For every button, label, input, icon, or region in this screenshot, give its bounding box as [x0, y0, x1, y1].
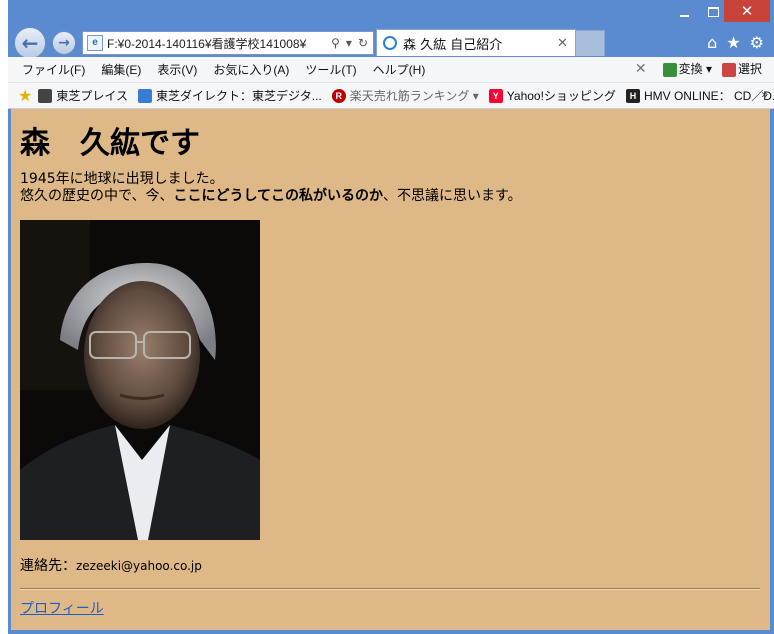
forward-button[interactable]: →	[52, 31, 76, 55]
arrow-right-icon: →	[58, 35, 70, 51]
arrow-left-icon: ←	[21, 31, 39, 55]
maximize-button[interactable]	[700, 2, 726, 22]
fav-item-toshiba-place[interactable]: 東芝プレイス	[38, 87, 128, 104]
select-label: 選択	[737, 62, 762, 76]
browser-tab[interactable]: 森 久紘 自己紹介 ✕	[376, 29, 576, 56]
fav-item-hmv[interactable]: H HMV ONLINE： CD／D...	[625, 87, 774, 104]
fav-label: Yahoo!ショッピング	[506, 89, 616, 103]
dropdown-icon[interactable]: ▾	[346, 36, 352, 50]
portrait-photo	[20, 220, 260, 540]
close-toolbar-icon[interactable]: ✕	[635, 60, 647, 77]
fav-item-toshiba-direct[interactable]: 東芝ダイレクト：東芝デジタ...	[137, 87, 322, 104]
ie-page-icon	[137, 88, 152, 103]
intro-line-2-pre: 悠久の歴史の中で、今、	[20, 188, 174, 204]
navigation-row: ← → e F:¥0-2014-140116¥看護学校141008¥ ⚲ ▾ ↻…	[8, 24, 774, 59]
back-button[interactable]: ←	[14, 27, 46, 59]
rakuten-icon: R	[331, 88, 346, 103]
contact-email: zezeeki@yahoo.co.jp	[76, 559, 202, 573]
close-icon: ✕	[740, 2, 754, 20]
fav-item-rakuten[interactable]: R 楽天売れ筋ランキング ▾	[331, 87, 479, 104]
fav-label: HMV ONLINE： CD／D...	[643, 89, 774, 103]
tab-title: 森 久紘 自己紹介	[403, 37, 503, 53]
menu-edit[interactable]: 編集(E)	[93, 61, 149, 78]
browser-window: ✕ ← → e F:¥0-2014-140116¥看護学校141008¥ ⚲ ▾…	[8, 0, 774, 634]
fav-item-yahoo[interactable]: Y Yahoo!ショッピング	[488, 87, 616, 104]
intro-line-2-post: 、不思議に思います。	[383, 188, 522, 204]
refresh-icon[interactable]: ↻	[358, 36, 368, 50]
home-icon[interactable]: ⌂	[707, 33, 717, 52]
intro-text: 1945年に地球に出現しました。 悠久の歴史の中で、今、ここにどうしてこの私がい…	[20, 171, 522, 205]
select-icon	[721, 62, 736, 77]
page-content: 森 久紘です 1945年に地球に出現しました。 悠久の歴史の中で、今、ここにどう…	[11, 109, 770, 630]
contact-line: 連絡先：zezeeki@yahoo.co.jp	[20, 555, 202, 575]
background-page-strip	[0, 0, 8, 634]
fav-label: 楽天売れ筋ランキング	[349, 89, 470, 103]
select-button[interactable]: 選択	[721, 60, 762, 77]
ie-icon	[383, 36, 397, 50]
profile-link[interactable]: プロフィール	[20, 598, 104, 618]
menu-bar: ファイル(F) 編集(E) 表示(V) お気に入り(A) ツール(T) ヘルプ(…	[8, 57, 774, 83]
close-window-button[interactable]: ✕	[724, 0, 770, 22]
convert-button[interactable]: 変換 ▾	[662, 60, 712, 77]
menu-view[interactable]: 表示(V)	[149, 61, 205, 78]
intro-line-1: 1945年に地球に出現しました。	[20, 171, 224, 187]
tab-close-icon[interactable]: ✕	[557, 36, 575, 51]
minimize-button[interactable]	[671, 2, 697, 22]
convert-icon	[662, 62, 677, 77]
maximize-icon	[707, 7, 719, 17]
convert-label: 変換	[678, 62, 703, 76]
fav-label: 東芝ダイレクト：東芝デジタ...	[155, 89, 322, 103]
minimize-icon	[679, 15, 689, 17]
favorites-add-icon[interactable]: ★	[18, 86, 32, 106]
intro-line-2: 悠久の歴史の中で、今、ここにどうしてこの私がいるのか、不思議に思います。	[20, 188, 522, 205]
page-title: 森 久紘です	[20, 126, 200, 161]
contact-label: 連絡先：	[20, 558, 76, 574]
favorites-bar: ★ 東芝プレイス 東芝ダイレクト：東芝デジタ... R 楽天売れ筋ランキング ▾ …	[8, 83, 774, 109]
menu-tools[interactable]: ツール(T)	[297, 61, 364, 78]
menu-file[interactable]: ファイル(F)	[14, 61, 93, 78]
page-icon: e	[87, 35, 103, 51]
chevron-down-icon: ▾	[472, 88, 479, 103]
new-tab-button[interactable]	[575, 30, 605, 56]
toshiba-icon	[38, 88, 53, 103]
address-bar[interactable]: e F:¥0-2014-140116¥看護学校141008¥ ⚲ ▾ ↻	[82, 31, 374, 55]
chevron-right-icon[interactable]: »	[761, 87, 768, 101]
portrait-image	[20, 220, 260, 540]
gear-icon[interactable]: ⚙	[750, 33, 764, 52]
search-icon[interactable]: ⚲	[331, 36, 340, 50]
hmv-icon: H	[625, 88, 640, 103]
fav-label: 東芝プレイス	[56, 89, 128, 103]
menu-favorites[interactable]: お気に入り(A)	[205, 61, 297, 78]
yahoo-icon: Y	[488, 88, 503, 103]
chevron-down-icon: ▾	[705, 62, 712, 76]
intro-line-2-bold: ここにどうしてこの私がいるのか	[173, 188, 384, 204]
horizontal-divider	[20, 588, 760, 590]
menu-help[interactable]: ヘルプ(H)	[365, 61, 434, 78]
address-url[interactable]: F:¥0-2014-140116¥看護学校141008¥	[107, 35, 331, 52]
favorites-star-icon[interactable]: ★	[726, 33, 740, 52]
